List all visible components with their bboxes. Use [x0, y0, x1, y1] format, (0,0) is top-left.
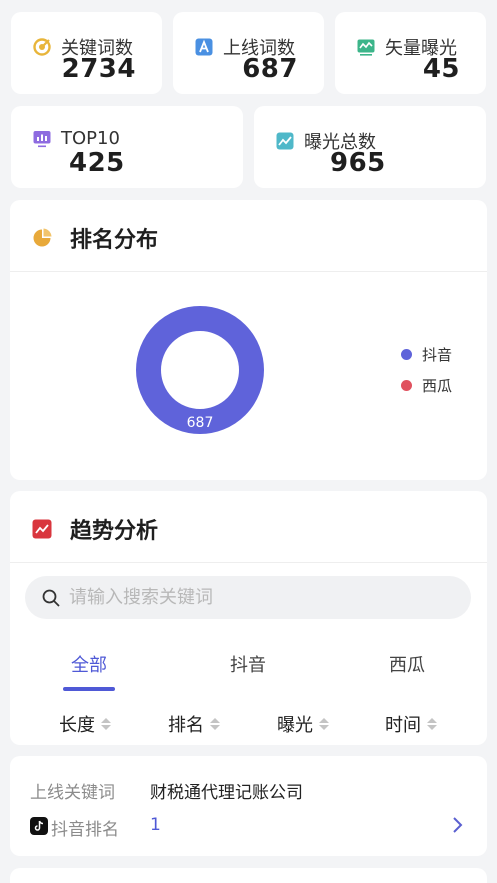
- trend-analysis-card: 趋势分析 全部 抖音 西瓜 长度 排名 曝光 时间: [10, 491, 487, 745]
- keyword-label: 上线关键词: [30, 783, 115, 803]
- wave-chart-icon: [357, 38, 375, 56]
- stat-value: 425: [69, 148, 125, 178]
- keyword-list-item[interactable]: 上线关键词 财税通代理记账公司 抖音排名 1: [10, 756, 487, 856]
- stat-value: 2734: [61, 54, 136, 84]
- stat-card-vector-exposure: 矢量曝光 45: [335, 12, 486, 94]
- sort-arrows-icon: [210, 718, 220, 730]
- trend-line-icon: [276, 132, 294, 150]
- sort-by-rank[interactable]: 排名: [168, 711, 220, 737]
- ranking-distribution-card: 排名分布 687 抖音 西瓜: [10, 200, 487, 480]
- tab-xigua[interactable]: 西瓜: [367, 651, 447, 677]
- stat-value: 45: [422, 54, 460, 84]
- tab-all[interactable]: 全部: [49, 651, 129, 677]
- next-list-item: [10, 868, 487, 883]
- slice-data-label: 687: [187, 415, 214, 431]
- stat-card-total-exposure: 曝光总数 965: [254, 106, 486, 188]
- sort-arrows-icon: [427, 718, 437, 730]
- legend-label: 抖音: [422, 346, 453, 364]
- rank-value: 1: [150, 815, 161, 835]
- legend-swatch: [401, 349, 412, 360]
- stat-value: 965: [330, 148, 386, 178]
- section-header: 趋势分析: [10, 491, 487, 563]
- letter-a-icon: [195, 38, 213, 56]
- sort-by-time[interactable]: 时间: [385, 711, 437, 737]
- search-box[interactable]: [25, 576, 471, 619]
- active-tab-indicator: [63, 687, 115, 691]
- douyin-logo-icon: [30, 817, 48, 835]
- sort-label: 排名: [168, 715, 204, 736]
- legend-swatch: [401, 380, 412, 391]
- stat-card-top10: TOP10 425: [11, 106, 243, 188]
- stat-card-keywords: 关键词数 2734: [11, 12, 162, 94]
- tab-douyin[interactable]: 抖音: [208, 651, 288, 677]
- legend-item-douyin[interactable]: 抖音: [401, 344, 452, 365]
- section-header: 排名分布: [10, 200, 487, 272]
- legend-label: 西瓜: [422, 377, 453, 395]
- pie-slice[interactable]: [136, 306, 264, 434]
- sort-arrows-icon: [101, 718, 111, 730]
- target-icon: [33, 38, 51, 56]
- search-icon: [41, 588, 61, 608]
- search-input[interactable]: [69, 587, 449, 608]
- rank-label: 抖音排名: [51, 820, 119, 840]
- sort-label: 长度: [59, 715, 95, 736]
- trend-chart-icon: [32, 519, 52, 539]
- sort-by-exposure[interactable]: 曝光: [277, 711, 329, 737]
- pie-chart-icon: [32, 228, 52, 248]
- sort-label: 曝光: [277, 715, 313, 736]
- stat-label-row: TOP10: [33, 128, 120, 149]
- stat-label: TOP10: [61, 128, 120, 149]
- stat-value: 687: [242, 54, 298, 84]
- sort-arrows-icon: [319, 718, 329, 730]
- chevron-right-icon[interactable]: [451, 816, 463, 834]
- bar-monitor-icon: [33, 130, 51, 148]
- section-title: 趋势分析: [70, 519, 159, 544]
- stat-card-online-words: 上线词数 687: [173, 12, 324, 94]
- sort-by-length[interactable]: 长度: [59, 711, 111, 737]
- keyword-value: 财税通代理记账公司: [150, 783, 303, 803]
- sort-label: 时间: [385, 715, 421, 736]
- section-title: 排名分布: [70, 228, 159, 253]
- legend-item-xigua[interactable]: 西瓜: [401, 375, 452, 396]
